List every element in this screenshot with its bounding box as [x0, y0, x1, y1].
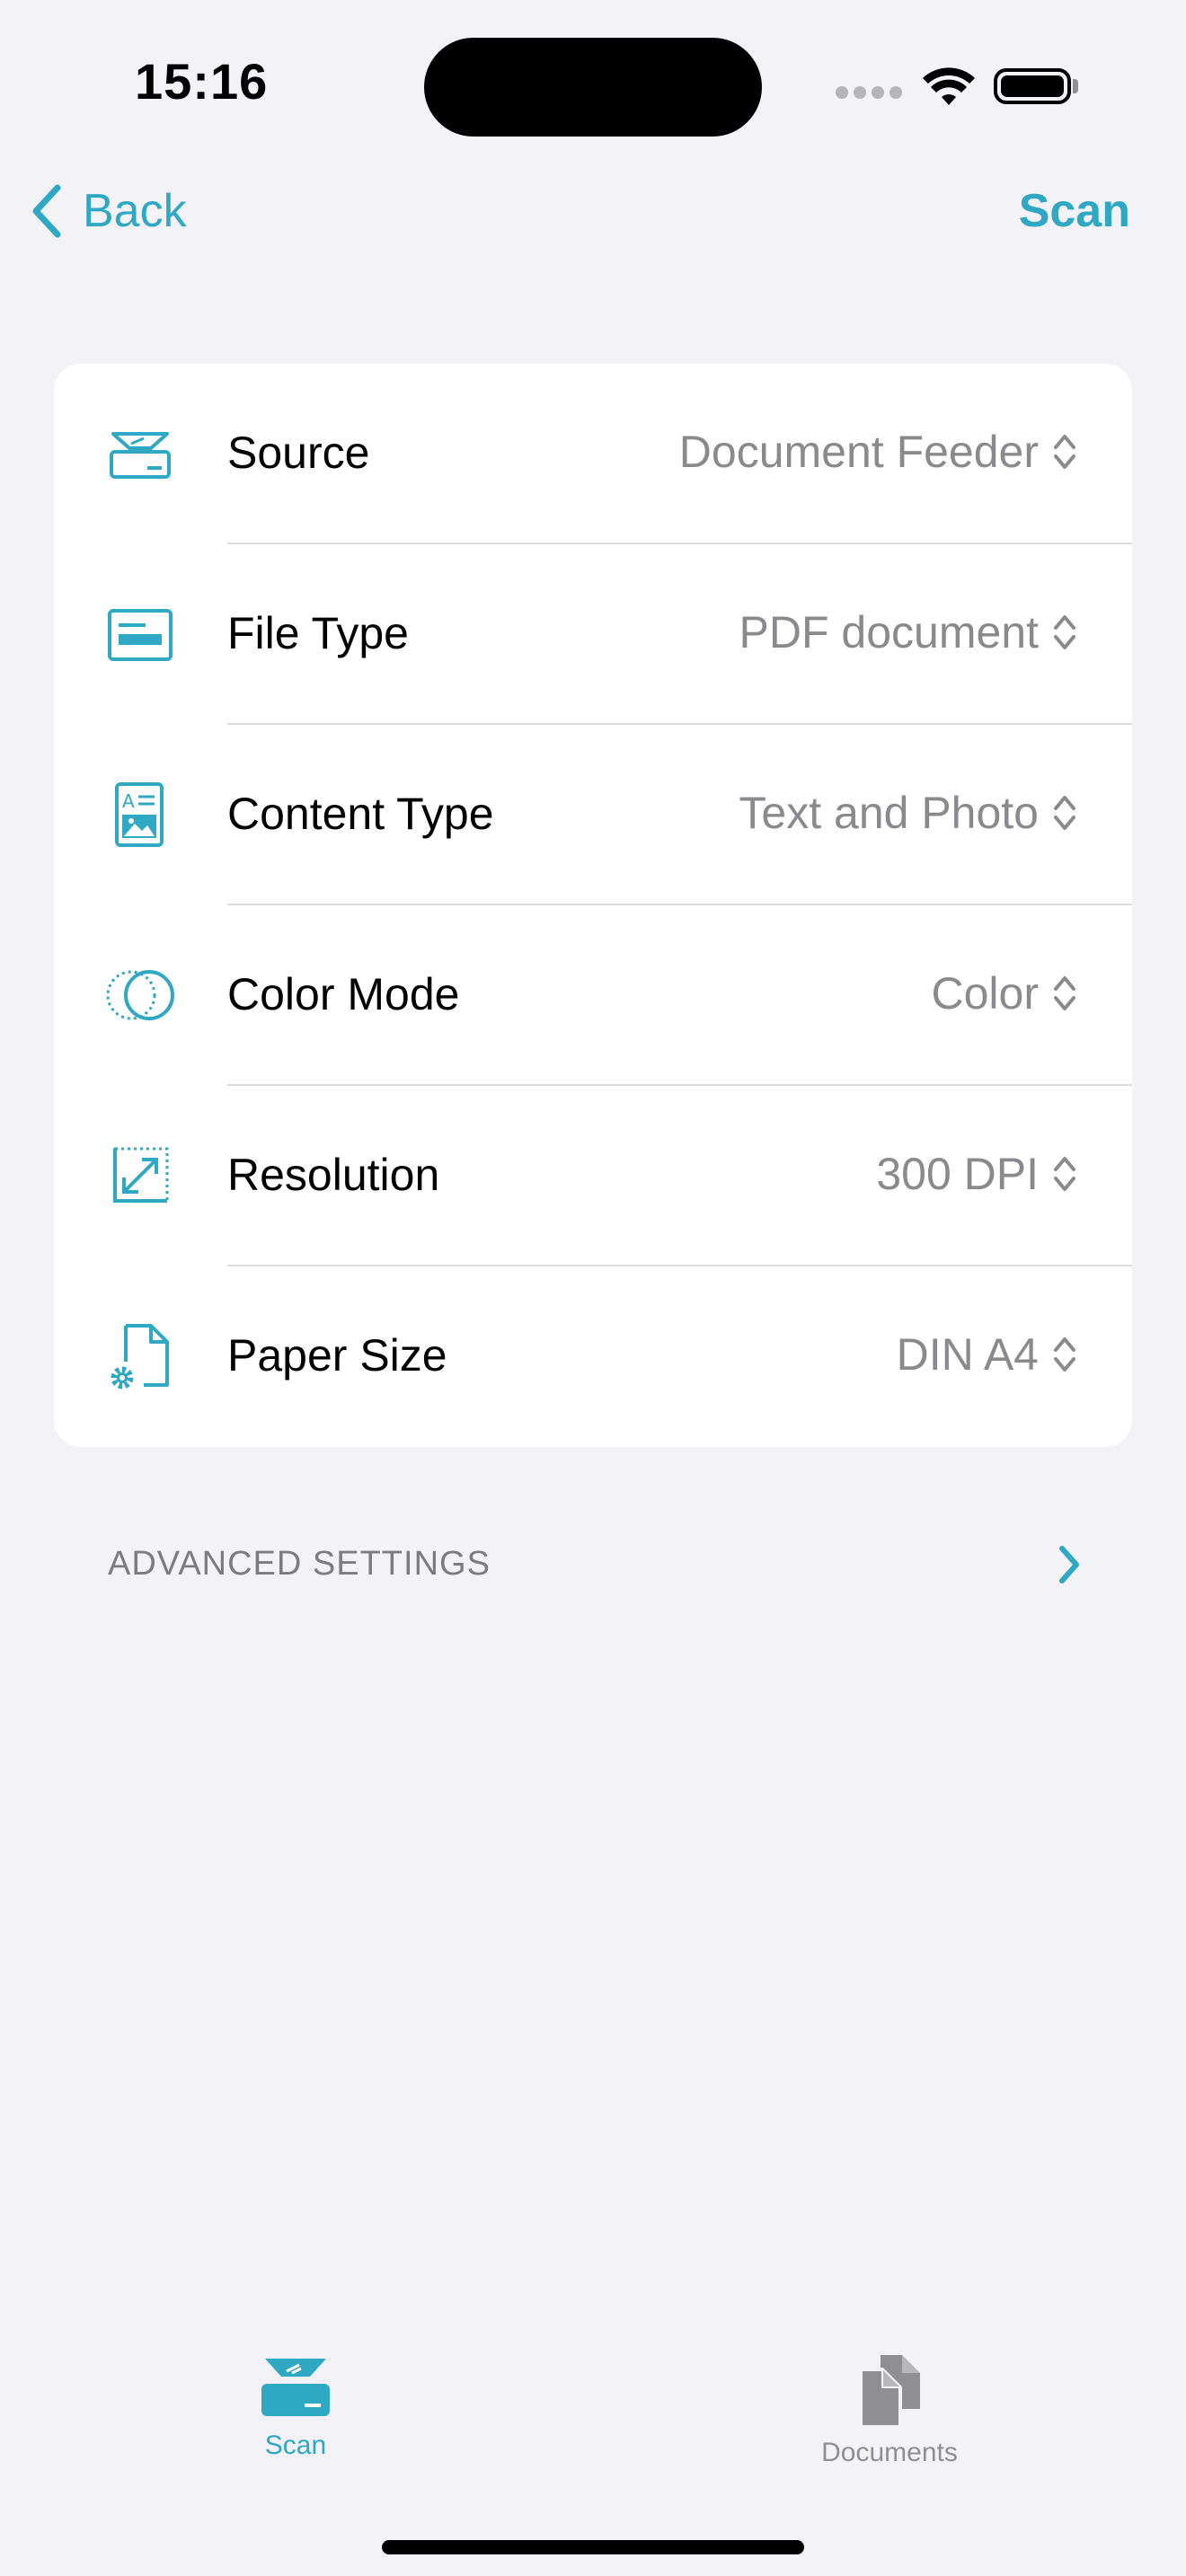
setting-label: File Type [227, 608, 409, 658]
scan-settings-card: Source Document Feeder File Type PDF doc… [54, 364, 1132, 1447]
dynamic-island [424, 38, 762, 137]
setting-label: Color Mode [227, 969, 460, 1019]
file-type-icon [108, 609, 173, 661]
documents-tab-icon [859, 2355, 920, 2429]
up-down-chevron-icon [1054, 435, 1075, 469]
setting-value-picker[interactable]: Document Feeder [679, 425, 1078, 479]
tab-label: Documents [821, 2438, 958, 2467]
up-down-chevron-icon [1054, 615, 1075, 649]
setting-value: DIN A4 [896, 1329, 1039, 1380]
content-type-icon: A [115, 782, 164, 847]
resolution-icon [113, 1147, 169, 1203]
scanner-tab-icon [261, 2359, 330, 2416]
cellular-signal-icon [836, 86, 902, 99]
setting-label: Source [227, 428, 370, 478]
tab-scan[interactable]: Scan [161, 2353, 430, 2461]
tab-documents[interactable]: Documents [755, 2353, 1024, 2468]
up-down-chevron-icon [1054, 1337, 1075, 1372]
setting-value: Text and Photo [739, 788, 1039, 838]
setting-row-color-mode[interactable]: Color Mode Color [54, 905, 1132, 1086]
setting-value: 300 DPI [876, 1149, 1039, 1199]
back-label: Back [83, 185, 187, 237]
setting-value-picker[interactable]: Color [932, 966, 1078, 1020]
setting-value: PDF document [739, 607, 1039, 657]
advanced-settings-label: ADVANCED SETTINGS [108, 1545, 491, 1583]
setting-value: Document Feeder [678, 427, 1039, 477]
up-down-chevron-icon [1054, 796, 1075, 830]
paper-size-icon [111, 1324, 169, 1389]
setting-value: Color [931, 968, 1039, 1019]
wifi-icon [923, 67, 975, 105]
setting-value-picker[interactable]: Text and Photo [739, 786, 1078, 840]
back-button[interactable]: Back [31, 180, 187, 243]
status-time: 15:16 [135, 53, 269, 110]
setting-value-picker[interactable]: 300 DPI [876, 1147, 1078, 1201]
tab-label: Scan [264, 2430, 327, 2460]
setting-row-resolution[interactable]: Resolution 300 DPI [54, 1086, 1132, 1266]
up-down-chevron-icon [1054, 976, 1075, 1010]
setting-label: Content Type [227, 789, 494, 839]
scanner-icon [110, 432, 171, 479]
setting-label: Resolution [227, 1150, 440, 1200]
color-mode-icon [106, 970, 174, 1020]
home-indicator [382, 2540, 804, 2554]
setting-row-source[interactable]: Source Document Feeder [54, 364, 1132, 544]
up-down-chevron-icon [1054, 1157, 1075, 1191]
setting-label: Paper Size [227, 1330, 447, 1381]
battery-icon [994, 68, 1071, 104]
setting-row-file-type[interactable]: File Type PDF document [54, 544, 1132, 725]
status-indicators [836, 63, 976, 110]
setting-row-content-type[interactable]: A Content Type Text and Photo [54, 725, 1132, 905]
setting-row-paper-size[interactable]: Paper Size DIN A4 [54, 1266, 1132, 1447]
chevron-right-icon [1059, 1546, 1079, 1584]
chevron-left-icon [32, 184, 61, 238]
svg-text:A: A [122, 790, 135, 812]
setting-value-picker[interactable]: DIN A4 [897, 1328, 1078, 1381]
scan-button[interactable]: Scan [1019, 180, 1130, 243]
setting-value-picker[interactable]: PDF document [739, 605, 1078, 659]
advanced-settings-row[interactable]: ADVANCED SETTINGS [54, 1527, 1132, 1604]
